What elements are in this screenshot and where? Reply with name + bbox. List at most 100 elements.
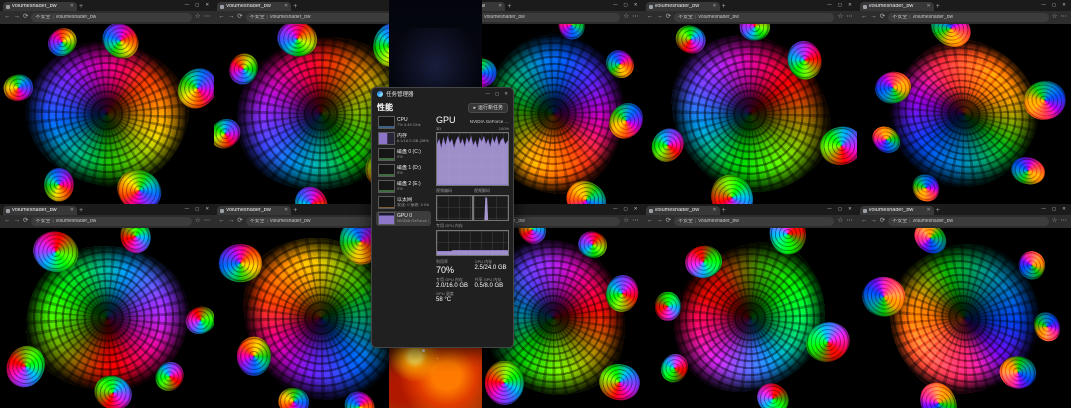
window-maximize-button[interactable]: ▢ xyxy=(1052,207,1056,212)
favorites-icon[interactable]: ☆ xyxy=(623,14,629,21)
back-icon[interactable]: ← xyxy=(861,14,868,21)
refresh-icon[interactable]: ⟳ xyxy=(23,218,28,225)
tm-maximize-button[interactable]: ▢ xyxy=(495,92,499,97)
menu-icon[interactable]: ⋯ xyxy=(632,14,639,21)
tab-close-icon[interactable]: ✕ xyxy=(498,4,502,9)
address-bar[interactable]: 不安全 | volumeshader_bw xyxy=(31,217,191,226)
window-close-button[interactable]: ✕ xyxy=(205,3,209,8)
window-maximize-button[interactable]: ▢ xyxy=(195,207,199,212)
back-icon[interactable]: ← xyxy=(218,218,225,225)
browser-tab[interactable]: volumeshader_bw ✕ xyxy=(217,2,291,11)
refresh-icon[interactable]: ⟳ xyxy=(237,218,242,225)
tab-close-icon[interactable]: ✕ xyxy=(712,4,716,9)
menu-icon[interactable]: ⋯ xyxy=(1060,218,1067,225)
window-minimize-button[interactable]: — xyxy=(185,3,190,8)
window-minimize-button[interactable]: — xyxy=(613,207,618,212)
favorites-icon[interactable]: ☆ xyxy=(837,218,843,225)
browser-tab[interactable]: volumeshader_bw ✕ xyxy=(860,2,934,11)
webgl-canvas[interactable] xyxy=(857,24,1071,204)
window-maximize-button[interactable]: ▢ xyxy=(838,207,842,212)
tab-close-icon[interactable]: ✕ xyxy=(284,4,288,9)
refresh-icon[interactable]: ⟳ xyxy=(23,14,28,21)
new-tab-button[interactable]: + xyxy=(293,2,297,11)
address-bar[interactable]: 不安全 | volumeshader_bw xyxy=(888,217,1048,226)
favorites-icon[interactable]: ☆ xyxy=(623,218,629,225)
address-bar[interactable]: 不安全 | volumeshader_bw xyxy=(888,13,1048,22)
tm-titlebar[interactable]: 任务管理器 — ▢ ✕ xyxy=(372,88,513,100)
run-new-task-button[interactable]: ▸ 运行新任务 xyxy=(468,103,508,113)
forward-icon[interactable]: → xyxy=(656,218,663,225)
window-minimize-button[interactable]: — xyxy=(827,3,832,8)
window-minimize-button[interactable]: — xyxy=(827,207,832,212)
tm-sidebar-item[interactable]: GPU 0 NVIDIA GeForce 70% xyxy=(376,211,431,226)
window-maximize-button[interactable]: ▢ xyxy=(624,3,628,8)
browser-tab[interactable]: volumeshader_bw ✕ xyxy=(646,2,720,11)
tm-sidebar-item[interactable]: 磁盘 1 (D:) 0% xyxy=(376,163,431,178)
menu-icon[interactable]: ⋯ xyxy=(632,218,639,225)
address-bar[interactable]: 不安全 | volumeshader_bw xyxy=(674,13,834,22)
menu-icon[interactable]: ⋯ xyxy=(1060,14,1067,21)
new-tab-button[interactable]: + xyxy=(722,206,726,215)
menu-icon[interactable]: ⋯ xyxy=(846,218,853,225)
webgl-canvas[interactable] xyxy=(0,24,214,204)
refresh-icon[interactable]: ⟳ xyxy=(666,218,671,225)
window-maximize-button[interactable]: ▢ xyxy=(1052,3,1056,8)
new-tab-button[interactable]: + xyxy=(507,2,511,11)
tab-close-icon[interactable]: ✕ xyxy=(712,208,716,213)
window-maximize-button[interactable]: ▢ xyxy=(624,207,628,212)
window-close-button[interactable]: ✕ xyxy=(634,207,638,212)
refresh-icon[interactable]: ⟳ xyxy=(880,218,885,225)
tab-close-icon[interactable]: ✕ xyxy=(927,208,931,213)
favorites-icon[interactable]: ☆ xyxy=(837,14,843,21)
new-tab-button[interactable]: + xyxy=(293,206,297,215)
favorites-icon[interactable]: ☆ xyxy=(195,14,201,21)
menu-icon[interactable]: ⋯ xyxy=(204,218,211,225)
webgl-canvas[interactable] xyxy=(0,228,214,408)
window-minimize-button[interactable]: — xyxy=(185,207,190,212)
back-icon[interactable]: ← xyxy=(218,14,225,21)
back-icon[interactable]: ← xyxy=(4,14,11,21)
new-tab-button[interactable]: + xyxy=(79,206,83,215)
new-tab-button[interactable]: + xyxy=(722,2,726,11)
window-close-button[interactable]: ✕ xyxy=(1062,207,1066,212)
menu-icon[interactable]: ⋯ xyxy=(846,14,853,21)
tm-sidebar-item[interactable]: 内存 6.1/16.0 GB (38%) xyxy=(376,131,431,146)
tm-sidebar-item[interactable]: 磁盘 2 (E:) 0% xyxy=(376,179,431,194)
forward-icon[interactable]: → xyxy=(656,14,663,21)
tab-close-icon[interactable]: ✕ xyxy=(70,4,74,9)
tab-close-icon[interactable]: ✕ xyxy=(284,208,288,213)
forward-icon[interactable]: → xyxy=(870,218,877,225)
favorites-icon[interactable]: ☆ xyxy=(195,218,201,225)
window-close-button[interactable]: ✕ xyxy=(848,3,852,8)
browser-tab[interactable]: volumeshader_bw ✕ xyxy=(646,206,720,215)
new-tab-button[interactable]: + xyxy=(79,2,83,11)
window-close-button[interactable]: ✕ xyxy=(205,207,209,212)
tm-sidebar-item[interactable]: 以太网 发送: 0 接收: 0 Kbps xyxy=(376,195,431,210)
browser-tab[interactable]: volumeshader_bw ✕ xyxy=(860,206,934,215)
forward-icon[interactable]: → xyxy=(228,218,235,225)
forward-icon[interactable]: → xyxy=(14,218,21,225)
back-icon[interactable]: ← xyxy=(647,14,654,21)
window-minimize-button[interactable]: — xyxy=(613,3,618,8)
new-tab-button[interactable]: + xyxy=(936,206,940,215)
back-icon[interactable]: ← xyxy=(647,218,654,225)
address-bar[interactable]: 不安全 | volumeshader_bw xyxy=(246,13,406,22)
webgl-canvas[interactable] xyxy=(643,24,857,204)
back-icon[interactable]: ← xyxy=(861,218,868,225)
tm-minimize-button[interactable]: — xyxy=(485,92,490,97)
webgl-canvas[interactable] xyxy=(857,228,1071,408)
tab-close-icon[interactable]: ✕ xyxy=(927,4,931,9)
tm-sidebar-item[interactable]: 磁盘 0 (C:) 0% xyxy=(376,147,431,162)
back-icon[interactable]: ← xyxy=(4,218,11,225)
menu-icon[interactable]: ⋯ xyxy=(204,14,211,21)
favorites-icon[interactable]: ☆ xyxy=(1052,14,1058,21)
favorites-icon[interactable]: ☆ xyxy=(1052,218,1058,225)
refresh-icon[interactable]: ⟳ xyxy=(237,14,242,21)
window-minimize-button[interactable]: — xyxy=(1041,207,1046,212)
window-maximize-button[interactable]: ▢ xyxy=(838,3,842,8)
tm-sidebar-item[interactable]: CPU 7% 4.49 GHz xyxy=(376,115,431,130)
forward-icon[interactable]: → xyxy=(228,14,235,21)
window-maximize-button[interactable]: ▢ xyxy=(195,3,199,8)
forward-icon[interactable]: → xyxy=(14,14,21,21)
address-bar[interactable]: 不安全 | volumeshader_bw xyxy=(31,13,191,22)
